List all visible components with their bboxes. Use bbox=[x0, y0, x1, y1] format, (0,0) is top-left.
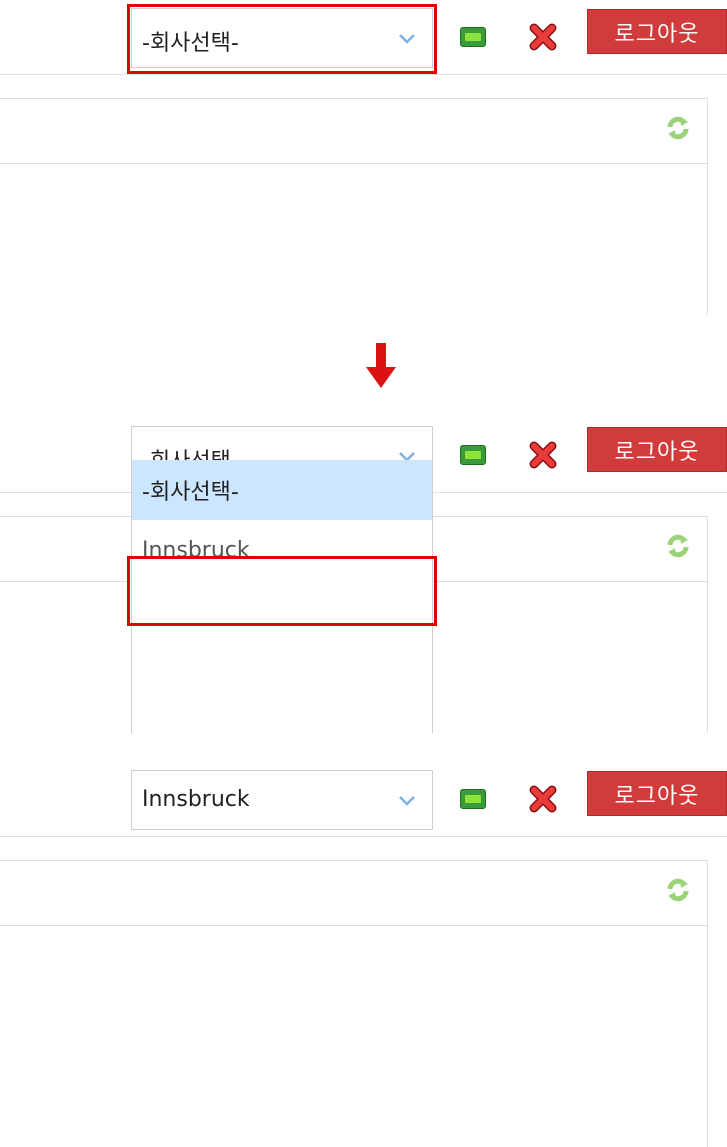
company-select-value: -회사선택- bbox=[142, 31, 239, 56]
close-icon[interactable] bbox=[528, 440, 558, 470]
step-3-screen: Innsbruck 로그아웃 bbox=[0, 762, 727, 1147]
company-dropdown-list: -회사선택- Innsbruck bbox=[131, 460, 433, 733]
company-select-value: Innsbruck bbox=[142, 787, 250, 812]
top-bar: -회사선택- 로그아웃 bbox=[0, 0, 727, 75]
down-arrow-icon bbox=[366, 343, 396, 388]
company-select[interactable]: -회사선택- bbox=[131, 8, 433, 68]
chevron-down-icon bbox=[399, 796, 415, 806]
refresh-icon[interactable] bbox=[663, 875, 693, 905]
company-select[interactable]: Innsbruck bbox=[131, 770, 433, 830]
content-panel bbox=[0, 98, 708, 315]
minimize-icon[interactable] bbox=[460, 789, 486, 809]
logout-button[interactable]: 로그아웃 bbox=[587, 771, 727, 816]
step-2-screen: -회사선택- 로그아웃 -회사선택- Innsbruck bbox=[0, 418, 727, 733]
panel-header bbox=[0, 861, 707, 926]
minimize-icon[interactable] bbox=[460, 27, 486, 47]
option-default[interactable]: -회사선택- bbox=[132, 460, 432, 520]
refresh-icon[interactable] bbox=[663, 531, 693, 561]
logout-button[interactable]: 로그아웃 bbox=[587, 427, 727, 472]
step-1-screen: -회사선택- 로그아웃 bbox=[0, 0, 727, 315]
option-innsbruck[interactable]: Innsbruck bbox=[132, 520, 432, 580]
close-icon[interactable] bbox=[528, 22, 558, 52]
close-icon[interactable] bbox=[528, 784, 558, 814]
panel-header bbox=[0, 99, 707, 164]
content-panel bbox=[0, 860, 708, 1147]
refresh-icon[interactable] bbox=[663, 113, 693, 143]
minimize-icon[interactable] bbox=[460, 445, 486, 465]
logout-button[interactable]: 로그아웃 bbox=[587, 9, 727, 54]
chevron-down-icon bbox=[399, 34, 415, 44]
top-bar: Innsbruck 로그아웃 bbox=[0, 762, 727, 837]
